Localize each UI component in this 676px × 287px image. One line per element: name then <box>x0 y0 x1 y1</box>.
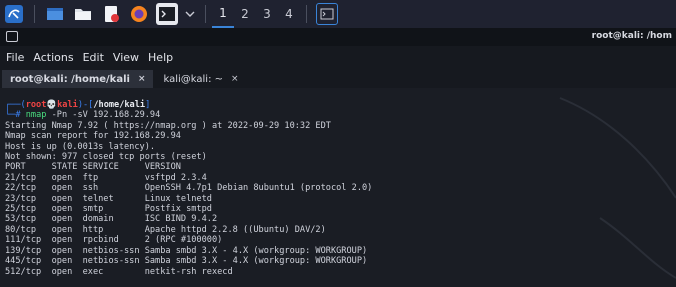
taskbar: 1 2 3 4 <box>0 0 676 28</box>
output-line: 23/tcp open telnet Linux telnetd <box>5 193 212 204</box>
menu-bar: File Actions Edit View Help <box>0 46 676 68</box>
prompt-line-2: └─# nmap -Pn -sV 192.168.29.94 <box>5 110 161 121</box>
window-titlebar[interactable]: root@kali: /hom <box>0 28 676 46</box>
skull-icon: 💀 <box>46 100 58 110</box>
workspace-4[interactable]: 4 <box>278 0 300 28</box>
output-line: 139/tcp open netbios-ssn Samba smbd 3.X … <box>5 245 368 256</box>
output-line: 25/tcp open smtp Postfix smtpd <box>5 204 212 215</box>
menu-actions[interactable]: Actions <box>33 51 73 64</box>
kali-menu-icon[interactable] <box>0 0 28 28</box>
tab-root-home-kali[interactable]: root@kali: /home/kali × <box>2 70 154 88</box>
output-line: 22/tcp open ssh OpenSSH 4.7p1 Debian 8ub… <box>5 183 373 194</box>
menu-file[interactable]: File <box>6 51 24 64</box>
workspace-2[interactable]: 2 <box>234 0 256 28</box>
output-line: Nmap scan report for 192.168.29.94 <box>5 131 181 142</box>
close-icon[interactable]: × <box>231 74 239 84</box>
taskbar-separator <box>306 5 307 23</box>
menu-view[interactable]: View <box>113 51 139 64</box>
tab-label: kali@kali: ~ <box>163 73 224 85</box>
taskbar-separator <box>205 5 206 23</box>
close-icon[interactable]: × <box>138 74 146 84</box>
prompt-line-1: ┌──(root💀kali)-[/home/kali] <box>5 100 151 110</box>
tab-kali-home[interactable]: kali@kali: ~ × <box>155 70 246 88</box>
output-line: 53/tcp open domain ISC BIND 9.4.2 <box>5 214 218 225</box>
output-line: 21/tcp open ftp vsftpd 2.3.4 <box>5 172 207 183</box>
workspace-1[interactable]: 1 <box>212 0 234 28</box>
output-line: 80/tcp open http Apache httpd 2.2.8 ((Ub… <box>5 224 326 235</box>
terminal-window-task-icon[interactable] <box>316 3 338 25</box>
output-line: 111/tcp open rpcbind 2 (RPC #100000) <box>5 235 223 246</box>
firefox-icon[interactable] <box>128 3 150 25</box>
text-editor-icon[interactable] <box>100 3 122 25</box>
output-line: PORT STATE SERVICE VERSION <box>5 162 181 173</box>
window-title: root@kali: /hom <box>591 31 672 41</box>
terminal-window-icon <box>6 31 18 42</box>
taskbar-separator <box>34 5 35 23</box>
output-line: 445/tcp open netbios-ssn Samba smbd 3.X … <box>5 256 368 267</box>
tab-label: root@kali: /home/kali <box>10 73 130 85</box>
terminal-launcher-icon[interactable] <box>156 3 178 25</box>
show-desktop-icon[interactable] <box>44 3 66 25</box>
terminal-text: ┌──(root💀kali)-[/home/kali] └─# nmap -Pn… <box>5 100 372 277</box>
chevron-down-icon[interactable] <box>184 3 196 25</box>
menu-help[interactable]: Help <box>148 51 173 64</box>
terminal-output-area[interactable]: ┌──(root💀kali)-[/home/kali] └─# nmap -Pn… <box>0 88 676 287</box>
output-line: Not shown: 977 closed tcp ports (reset) <box>5 152 207 163</box>
output-line: Host is up (0.0013s latency). <box>5 141 156 152</box>
output-line: Starting Nmap 7.92 ( https://nmap.org ) … <box>5 120 331 131</box>
file-manager-icon[interactable] <box>72 3 94 25</box>
tab-bar: root@kali: /home/kali × kali@kali: ~ × <box>0 68 676 88</box>
menu-edit[interactable]: Edit <box>83 51 104 64</box>
output-line: 512/tcp open exec netkit-rsh rexecd <box>5 266 233 277</box>
workspace-3[interactable]: 3 <box>256 0 278 28</box>
